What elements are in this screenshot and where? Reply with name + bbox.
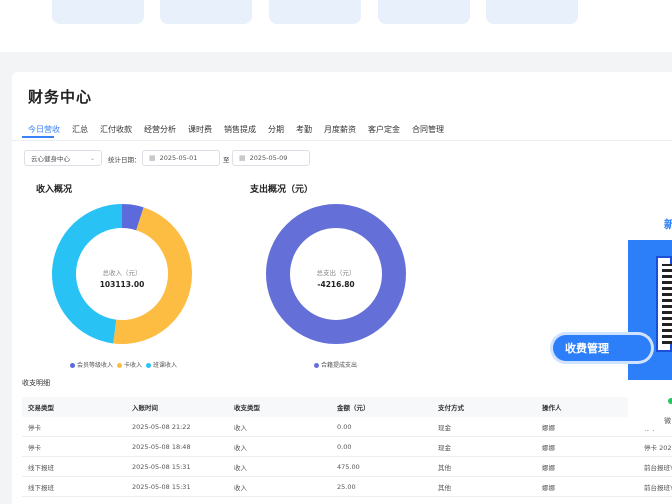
table-header: 交易类型 入账时间 收支类型 金额（元） 支付方式 操作人 (22, 397, 672, 417)
store-select[interactable]: 云心健身中心 ⌄ (24, 150, 102, 166)
finance-panel: 财务中心 今日营收 汇总 汇付收款 经营分析 课时费 销售提成 分期 考勤 月度… (12, 72, 672, 504)
tab-bar: 今日营收 汇总 汇付收款 经营分析 课时费 销售提成 分期 考勤 月度薪资 客户… (22, 124, 450, 140)
legend-swatch (70, 363, 75, 368)
legend-label: 会员等级收入 (77, 362, 114, 369)
table-cell: 收入 (234, 483, 247, 492)
tab-customer-deposit[interactable]: 客户定金 (362, 124, 406, 140)
table-cell: 娜娜 (542, 443, 555, 452)
table-row[interactable]: 线下报班 2025-05-08 15:31 收入 475.00 其他 娜娜 前台… (22, 457, 672, 477)
table-cell: 2025-05-08 18:48 (132, 442, 191, 451)
date-label: 统计日期： (108, 156, 141, 164)
tab-contract-management[interactable]: 合同管理 (406, 124, 450, 140)
tab-payment-collection[interactable]: 汇付收款 (94, 124, 138, 140)
legend-label: 合籍提成支出 (321, 362, 358, 369)
tab-monthly-salary[interactable]: 月度薪资 (318, 124, 362, 140)
store-select-value: 云心健身中心 (31, 155, 70, 163)
chevron-down-icon: ⌄ (89, 154, 95, 162)
column-header[interactable]: 收支类型 (234, 402, 260, 412)
column-header[interactable]: 金额（元） (337, 402, 370, 412)
table-cell: 2025-05-08 21:22 (132, 422, 191, 431)
calendar-icon: ▦ (239, 154, 246, 162)
table-cell: 前台报班Y (644, 483, 672, 492)
legend-item[interactable]: 卡收入 (117, 360, 142, 369)
qr-code-icon (662, 264, 672, 344)
table-cell: 娜娜 (542, 483, 555, 492)
column-header[interactable]: 操作人 (542, 402, 562, 412)
table-cell: 前台报班Y (644, 463, 672, 472)
summary-card[interactable] (378, 0, 470, 24)
date-range-separator: 至 (223, 156, 230, 164)
table-cell: 线下报班 (28, 483, 54, 492)
table-row[interactable]: 停卡 2025-05-08 21:22 收入 0.00 现金 娜娜 停卡 202… (22, 417, 672, 437)
summary-card[interactable] (52, 0, 144, 24)
expense-total-value: -4216.80 (317, 280, 355, 289)
tab-installment[interactable]: 分期 (262, 124, 290, 140)
legend-swatch (314, 363, 319, 368)
expense-overview-card: 支出概况（元） 总支出（元） -4216.80 合籍提成支出 (236, 172, 436, 372)
table-cell: 娜娜 (542, 423, 555, 432)
table-cell: 现金 (438, 443, 451, 452)
billing-management-button[interactable]: 收费管理 (553, 335, 651, 361)
column-header[interactable]: 支付方式 (438, 402, 464, 412)
tab-sales-commission[interactable]: 销售提成 (218, 124, 262, 140)
online-status-icon (668, 398, 672, 404)
table-cell: 0.00 (337, 442, 352, 451)
active-tab-indicator (22, 136, 54, 138)
expense-legend: 合籍提成支出 (314, 360, 357, 369)
table-cell: 其他 (438, 463, 451, 472)
table-row[interactable]: 线下报班 2025-05-08 15:31 收入 25.00 其他 娜娜 前台报… (22, 477, 672, 497)
income-total-label: 总收入（元） (102, 269, 142, 277)
column-header[interactable]: 交易类型 (28, 402, 54, 412)
legend-swatch (117, 363, 123, 368)
summary-card[interactable] (269, 0, 361, 24)
table-cell: 0.00 (337, 422, 352, 431)
income-overview-card: 收入概况 总收入（元） 103113.00 会员等级收入 卡收入 班课收入 (22, 172, 222, 372)
table-cell: 娜娜 (542, 463, 555, 472)
top-strip (0, 0, 672, 52)
divider (12, 140, 672, 141)
expense-total-label: 总支出（元） (316, 269, 356, 277)
table-cell: 其他 (438, 483, 451, 492)
tab-business-analysis[interactable]: 经营分析 (138, 124, 182, 140)
end-date-input[interactable]: ▦ 2025-05-09 (232, 150, 310, 166)
details-section-label: 收支明细 (22, 379, 50, 387)
table-cell: 2025-05-08 15:31 (132, 482, 191, 491)
calendar-icon: ▦ (149, 154, 156, 162)
tab-attendance[interactable]: 考勤 (290, 124, 318, 140)
income-legend: 会员等级收入 卡收入 班课收入 (70, 360, 177, 369)
billing-management-label: 收费管理 (565, 342, 609, 355)
table-cell: 停卡 2025 (644, 443, 672, 452)
summary-card[interactable] (486, 0, 578, 24)
table-cell: 停卡 (28, 423, 41, 432)
table-cell: 线下报班 (28, 463, 54, 472)
table-cell: 2025-05-08 15:31 (132, 462, 191, 471)
table-cell: 现金 (438, 423, 451, 432)
side-panel-title: 新 (664, 218, 672, 231)
end-date-value: 2025-05-09 (249, 154, 288, 162)
side-panel-footer-text: 微 (664, 417, 671, 425)
donut-slice-会员等级收入[interactable] (121, 204, 144, 231)
summary-card[interactable] (160, 0, 252, 24)
table-cell: 475.00 (337, 462, 360, 471)
table-cell: 收入 (234, 443, 247, 452)
table-cell: 收入 (234, 463, 247, 472)
table-row[interactable]: 停卡 2025-05-08 18:48 收入 0.00 现金 娜娜 停卡 202… (22, 437, 672, 457)
start-date-value: 2025-05-01 (159, 154, 198, 162)
legend-item[interactable]: 班课收入 (146, 360, 177, 369)
table-cell: 停卡 (28, 443, 41, 452)
legend-item[interactable]: 会员等级收入 (70, 360, 113, 369)
page-title: 财务中心 (28, 88, 93, 106)
table-cell: 25.00 (337, 482, 356, 491)
start-date-input[interactable]: ▦ 2025-05-01 (142, 150, 220, 166)
column-header[interactable]: 入账时间 (132, 402, 158, 412)
legend-swatch (146, 363, 152, 368)
legend-label: 卡收入 (124, 362, 143, 369)
legend-label: 班课收入 (153, 362, 178, 369)
tab-summary[interactable]: 汇总 (66, 124, 94, 140)
table-cell: 收入 (234, 423, 247, 432)
income-total-value: 103113.00 (99, 280, 145, 289)
legend-item[interactable]: 合籍提成支出 (314, 360, 357, 369)
tab-class-fee[interactable]: 课时费 (182, 124, 218, 140)
details-table: 交易类型 入账时间 收支类型 金额（元） 支付方式 操作人 停卡 2025-05… (22, 397, 672, 497)
